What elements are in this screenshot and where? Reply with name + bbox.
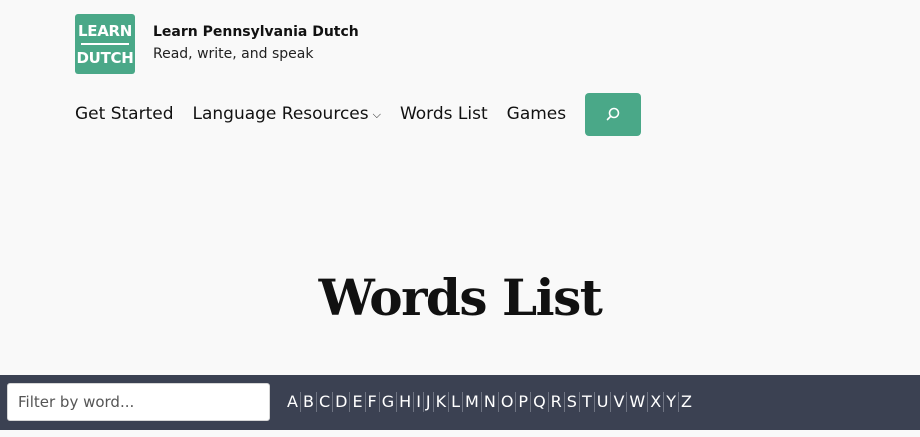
letter-link-z[interactable]: Z — [680, 391, 693, 413]
page: LEARN DUTCH Learn Pennsylvania Dutch Rea… — [0, 0, 920, 437]
nav-item-games[interactable]: Games — [507, 104, 566, 124]
letter-separator — [663, 392, 665, 412]
letter-separator — [530, 392, 532, 412]
letter-separator — [378, 392, 380, 412]
letter-separator — [448, 392, 450, 412]
logo-text-bottom: DUTCH — [76, 48, 134, 67]
letter-separator — [299, 392, 301, 412]
letter-separator — [332, 392, 334, 412]
letter-separator — [563, 392, 565, 412]
letter-link-i[interactable]: I — [415, 391, 422, 413]
letter-separator — [647, 392, 649, 412]
search-icon — [606, 107, 620, 121]
letter-link-h[interactable]: H — [398, 391, 412, 413]
main-navigation: Get Started Language Resources ⌵ Words L… — [75, 92, 642, 136]
nav-item-words-list[interactable]: Words List — [400, 104, 488, 124]
letter-link-x[interactable]: X — [649, 391, 662, 413]
letter-separator — [610, 392, 612, 412]
letter-link-q[interactable]: Q — [532, 391, 547, 413]
letter-link-v[interactable]: V — [612, 391, 625, 413]
word-filter-bar: ABCDEFGHIJKLMNOPQRSTUVWXYZ — [0, 375, 920, 430]
letter-link-d[interactable]: D — [334, 391, 348, 413]
letter-separator — [626, 392, 628, 412]
letter-link-s[interactable]: S — [566, 391, 578, 413]
letter-link-k[interactable]: K — [435, 391, 448, 413]
letter-separator — [432, 392, 434, 412]
nav-item-label: Language Resources — [192, 104, 369, 124]
letter-link-b[interactable]: B — [302, 391, 315, 413]
letter-link-m[interactable]: M — [464, 391, 480, 413]
site-title[interactable]: Learn Pennsylvania Dutch — [153, 24, 359, 40]
nav-item-label: Words List — [399, 104, 488, 124]
letter-separator — [578, 392, 580, 412]
letter-link-p[interactable]: P — [517, 391, 529, 413]
logo-divider — [81, 42, 129, 45]
letter-link-w[interactable]: W — [628, 391, 646, 413]
letter-link-j[interactable]: J — [425, 391, 432, 413]
site-logo[interactable]: LEARN DUTCH — [75, 14, 135, 74]
letter-link-g[interactable]: G — [381, 391, 395, 413]
page-title: Words List — [318, 268, 603, 327]
letter-separator — [422, 392, 424, 412]
alphabet-index: ABCDEFGHIJKLMNOPQRSTUVWXYZ — [286, 391, 693, 413]
letter-separator — [364, 392, 366, 412]
filter-word-input[interactable] — [7, 383, 270, 421]
letter-link-r[interactable]: R — [550, 391, 563, 413]
letter-link-e[interactable]: E — [351, 391, 363, 413]
site-tagline: Read, write, and speak — [153, 46, 314, 62]
letter-separator — [515, 392, 517, 412]
letter-separator — [593, 392, 595, 412]
letter-separator — [413, 392, 415, 412]
nav-item-get-started[interactable]: Get Started — [75, 104, 173, 124]
letter-separator — [547, 392, 549, 412]
letter-link-t[interactable]: T — [581, 391, 593, 413]
logo-text-top: LEARN — [77, 21, 133, 40]
letter-link-f[interactable]: F — [367, 391, 378, 413]
letter-separator — [349, 392, 351, 412]
letter-link-y[interactable]: Y — [665, 391, 677, 413]
chevron-down-icon: ⌵ — [372, 108, 381, 121]
letter-link-u[interactable]: U — [596, 391, 610, 413]
letter-link-l[interactable]: L — [450, 391, 461, 413]
letter-link-c[interactable]: C — [318, 391, 331, 413]
letter-separator — [480, 392, 482, 412]
letter-separator — [462, 392, 464, 412]
nav-item-label: Get Started — [75, 104, 174, 124]
letter-separator — [677, 392, 679, 412]
nav-item-label: Games — [506, 104, 567, 124]
nav-item-language-resources[interactable]: Language Resources ⌵ — [192, 104, 380, 124]
letter-separator — [315, 392, 317, 412]
letter-link-o[interactable]: O — [500, 391, 515, 413]
letter-link-n[interactable]: N — [483, 391, 497, 413]
search-button[interactable] — [585, 92, 642, 136]
letter-separator — [497, 392, 499, 412]
letter-link-a[interactable]: A — [286, 391, 299, 413]
letter-separator — [396, 392, 398, 412]
